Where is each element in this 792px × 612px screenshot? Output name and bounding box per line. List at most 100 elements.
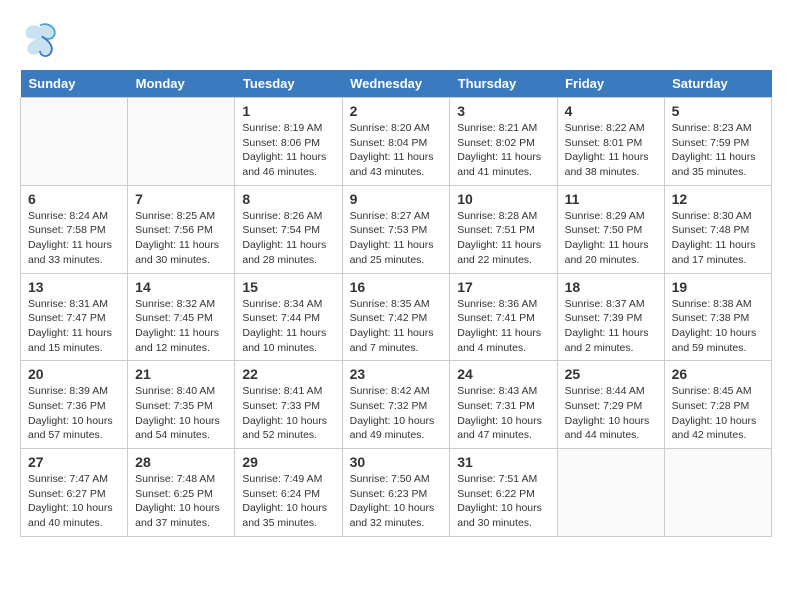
- day-info: Sunrise: 7:51 AM Sunset: 6:22 PM Dayligh…: [457, 472, 549, 531]
- day-info: Sunrise: 8:36 AM Sunset: 7:41 PM Dayligh…: [457, 297, 549, 356]
- calendar-cell: 2 Sunrise: 8:20 AM Sunset: 8:04 PM Daylig…: [342, 98, 450, 186]
- calendar-cell: 31 Sunrise: 7:51 AM Sunset: 6:22 PM Dayli…: [450, 449, 557, 537]
- day-info: Sunrise: 7:49 AM Sunset: 6:24 PM Dayligh…: [242, 472, 334, 531]
- day-info: Sunrise: 8:40 AM Sunset: 7:35 PM Dayligh…: [135, 384, 227, 443]
- day-info: Sunrise: 8:42 AM Sunset: 7:32 PM Dayligh…: [350, 384, 443, 443]
- calendar-cell: 7Sunrise: 8:25 AM Sunset: 7:56 PM Daylig…: [128, 185, 235, 273]
- day-number: 25: [565, 366, 657, 382]
- day-number: 24: [457, 366, 549, 382]
- week-row-1: 1 Sunrise: 8:19 AM Sunset: 8:06 PM Daylig…: [21, 98, 772, 186]
- day-info: Sunrise: 8:39 AM Sunset: 7:36 PM Dayligh…: [28, 384, 120, 443]
- calendar-cell: 29 Sunrise: 7:49 AM Sunset: 6:24 PM Dayli…: [235, 449, 342, 537]
- logo: [20, 20, 64, 60]
- day-number: 17: [457, 279, 549, 295]
- day-info: Sunrise: 8:34 AM Sunset: 7:44 PM Dayligh…: [242, 297, 334, 356]
- calendar-cell: 30 Sunrise: 7:50 AM Sunset: 6:23 PM Dayli…: [342, 449, 450, 537]
- day-header-thursday: Thursday: [450, 70, 557, 98]
- calendar-cell: 14 Sunrise: 8:32 AM Sunset: 7:45 PM Dayli…: [128, 273, 235, 361]
- day-number: 28: [135, 454, 227, 470]
- day-info: Sunrise: 8:29 AM Sunset: 7:50 PM Dayligh…: [565, 209, 657, 268]
- calendar-cell: 18 Sunrise: 8:37 AM Sunset: 7:39 PM Dayli…: [557, 273, 664, 361]
- day-number: 1: [242, 103, 334, 119]
- day-number: 4: [565, 103, 657, 119]
- calendar-cell: [664, 449, 771, 537]
- day-number: 10: [457, 191, 549, 207]
- day-number: 14: [135, 279, 227, 295]
- day-number: 20: [28, 366, 120, 382]
- day-header-tuesday: Tuesday: [235, 70, 342, 98]
- calendar-cell: 9Sunrise: 8:27 AM Sunset: 7:53 PM Daylig…: [342, 185, 450, 273]
- calendar-cell: 27Sunrise: 7:47 AM Sunset: 6:27 PM Dayli…: [21, 449, 128, 537]
- calendar-cell: [21, 98, 128, 186]
- calendar-cell: 3Sunrise: 8:21 AM Sunset: 8:02 PM Daylig…: [450, 98, 557, 186]
- calendar-cell: 4 Sunrise: 8:22 AM Sunset: 8:01 PM Daylig…: [557, 98, 664, 186]
- day-number: 22: [242, 366, 334, 382]
- day-number: 31: [457, 454, 549, 470]
- day-header-monday: Monday: [128, 70, 235, 98]
- day-info: Sunrise: 8:26 AM Sunset: 7:54 PM Dayligh…: [242, 209, 334, 268]
- day-info: Sunrise: 7:50 AM Sunset: 6:23 PM Dayligh…: [350, 472, 443, 531]
- day-info: Sunrise: 8:44 AM Sunset: 7:29 PM Dayligh…: [565, 384, 657, 443]
- day-info: Sunrise: 8:24 AM Sunset: 7:58 PM Dayligh…: [28, 209, 120, 268]
- day-info: Sunrise: 8:43 AM Sunset: 7:31 PM Dayligh…: [457, 384, 549, 443]
- calendar-cell: 21 Sunrise: 8:40 AM Sunset: 7:35 PM Dayli…: [128, 361, 235, 449]
- day-info: Sunrise: 7:48 AM Sunset: 6:25 PM Dayligh…: [135, 472, 227, 531]
- calendar-cell: 28 Sunrise: 7:48 AM Sunset: 6:25 PM Dayli…: [128, 449, 235, 537]
- calendar-cell: 22Sunrise: 8:41 AM Sunset: 7:33 PM Dayli…: [235, 361, 342, 449]
- day-number: 3: [457, 103, 549, 119]
- calendar-cell: [128, 98, 235, 186]
- day-number: 7: [135, 191, 227, 207]
- calendar-cell: 10 Sunrise: 8:28 AM Sunset: 7:51 PM Dayli…: [450, 185, 557, 273]
- calendar-cell: 19Sunrise: 8:38 AM Sunset: 7:38 PM Dayli…: [664, 273, 771, 361]
- day-info: Sunrise: 8:35 AM Sunset: 7:42 PM Dayligh…: [350, 297, 443, 356]
- day-info: Sunrise: 7:47 AM Sunset: 6:27 PM Dayligh…: [28, 472, 120, 531]
- day-info: Sunrise: 8:28 AM Sunset: 7:51 PM Dayligh…: [457, 209, 549, 268]
- day-number: 9: [350, 191, 443, 207]
- day-info: Sunrise: 8:30 AM Sunset: 7:48 PM Dayligh…: [672, 209, 764, 268]
- day-number: 8: [242, 191, 334, 207]
- calendar-cell: 20 Sunrise: 8:39 AM Sunset: 7:36 PM Dayli…: [21, 361, 128, 449]
- calendar-cell: 24 Sunrise: 8:43 AM Sunset: 7:31 PM Dayli…: [450, 361, 557, 449]
- logo-icon: [20, 20, 60, 60]
- day-number: 13: [28, 279, 120, 295]
- calendar-cell: [557, 449, 664, 537]
- day-number: 15: [242, 279, 334, 295]
- day-number: 19: [672, 279, 764, 295]
- day-number: 26: [672, 366, 764, 382]
- calendar-cell: 6Sunrise: 8:24 AM Sunset: 7:58 PM Daylig…: [21, 185, 128, 273]
- calendar-cell: 15 Sunrise: 8:34 AM Sunset: 7:44 PM Dayli…: [235, 273, 342, 361]
- page-header: [20, 20, 772, 60]
- day-info: Sunrise: 8:32 AM Sunset: 7:45 PM Dayligh…: [135, 297, 227, 356]
- week-row-5: 27Sunrise: 7:47 AM Sunset: 6:27 PM Dayli…: [21, 449, 772, 537]
- calendar-cell: 23 Sunrise: 8:42 AM Sunset: 7:32 PM Dayli…: [342, 361, 450, 449]
- day-number: 29: [242, 454, 334, 470]
- day-info: Sunrise: 8:22 AM Sunset: 8:01 PM Dayligh…: [565, 121, 657, 180]
- day-header-sunday: Sunday: [21, 70, 128, 98]
- day-header-wednesday: Wednesday: [342, 70, 450, 98]
- calendar-cell: 17 Sunrise: 8:36 AM Sunset: 7:41 PM Dayli…: [450, 273, 557, 361]
- calendar-cell: 12Sunrise: 8:30 AM Sunset: 7:48 PM Dayli…: [664, 185, 771, 273]
- day-number: 23: [350, 366, 443, 382]
- calendar-cell: 1 Sunrise: 8:19 AM Sunset: 8:06 PM Daylig…: [235, 98, 342, 186]
- day-number: 2: [350, 103, 443, 119]
- calendar-cell: 5 Sunrise: 8:23 AM Sunset: 7:59 PM Daylig…: [664, 98, 771, 186]
- calendar-cell: 25 Sunrise: 8:44 AM Sunset: 7:29 PM Dayli…: [557, 361, 664, 449]
- calendar-cell: 16 Sunrise: 8:35 AM Sunset: 7:42 PM Dayli…: [342, 273, 450, 361]
- day-number: 5: [672, 103, 764, 119]
- calendar-cell: 8 Sunrise: 8:26 AM Sunset: 7:54 PM Daylig…: [235, 185, 342, 273]
- week-row-3: 13Sunrise: 8:31 AM Sunset: 7:47 PM Dayli…: [21, 273, 772, 361]
- day-info: Sunrise: 8:19 AM Sunset: 8:06 PM Dayligh…: [242, 121, 334, 180]
- day-info: Sunrise: 8:23 AM Sunset: 7:59 PM Dayligh…: [672, 121, 764, 180]
- week-row-2: 6Sunrise: 8:24 AM Sunset: 7:58 PM Daylig…: [21, 185, 772, 273]
- calendar-header-row: SundayMondayTuesdayWednesdayThursdayFrid…: [21, 70, 772, 98]
- day-number: 30: [350, 454, 443, 470]
- day-header-friday: Friday: [557, 70, 664, 98]
- day-info: Sunrise: 8:37 AM Sunset: 7:39 PM Dayligh…: [565, 297, 657, 356]
- day-number: 16: [350, 279, 443, 295]
- calendar-cell: 13Sunrise: 8:31 AM Sunset: 7:47 PM Dayli…: [21, 273, 128, 361]
- day-number: 21: [135, 366, 227, 382]
- day-number: 18: [565, 279, 657, 295]
- day-number: 11: [565, 191, 657, 207]
- day-header-saturday: Saturday: [664, 70, 771, 98]
- day-info: Sunrise: 8:20 AM Sunset: 8:04 PM Dayligh…: [350, 121, 443, 180]
